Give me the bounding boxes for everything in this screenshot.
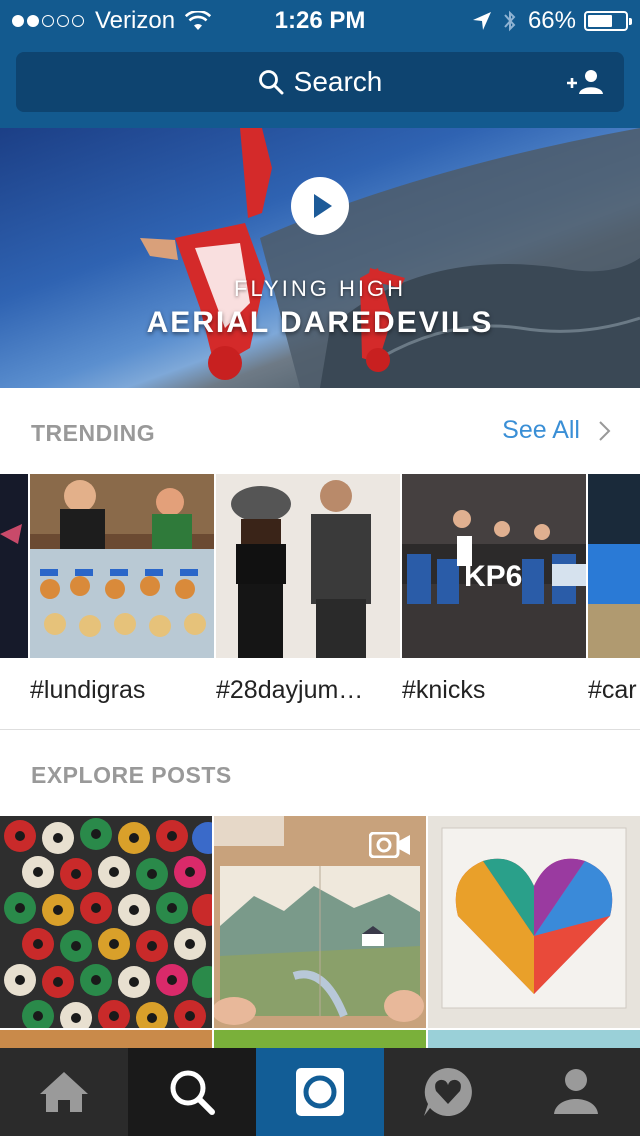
video-camera-icon [369, 832, 410, 858]
trending-thumb-partial-left[interactable] [0, 474, 28, 658]
see-all-label: See All [502, 416, 580, 444]
trending-tag[interactable]: #28dayjum… [216, 676, 363, 705]
tab-search[interactable] [128, 1048, 256, 1136]
tab-activity[interactable] [384, 1048, 512, 1136]
header: Verizon 1:26 PM 66% Search [0, 0, 640, 128]
bluetooth-icon [504, 10, 516, 32]
battery-percent: 66% [527, 7, 576, 34]
svg-text:KP6: KP6 [464, 560, 522, 593]
explore-post-quilt-heart[interactable] [428, 816, 640, 1028]
hero-subtitle: FLYING HIGH [234, 276, 406, 301]
hero-title: AERIAL DAREDEVILS [146, 306, 494, 339]
hero-image [140, 128, 640, 388]
search-icon [170, 1070, 215, 1115]
tab-camera[interactable] [256, 1048, 384, 1136]
status-bar: Verizon 1:26 PM 66% [0, 0, 640, 40]
chevron-right-icon [599, 420, 611, 441]
explore-heading: EXPLORE POSTS [31, 762, 232, 788]
explore-post-row2-a[interactable] [0, 1030, 212, 1048]
profile-icon [554, 1069, 598, 1114]
explore-post-crochet[interactable] [0, 816, 212, 1028]
featured-video-banner[interactable]: FLYING HIGH AERIAL DAREDEVILS [0, 128, 640, 388]
explore-post-row2-b[interactable] [214, 1030, 426, 1048]
trending-carousel[interactable]: KP6 [0, 474, 640, 658]
home-icon [40, 1072, 88, 1112]
trending-tag[interactable]: #car [588, 676, 637, 705]
search-label: Search [293, 66, 383, 97]
heart-bubble-icon [424, 1068, 472, 1116]
trending-heading: TRENDING [31, 420, 156, 446]
tab-home[interactable] [0, 1048, 128, 1136]
trending-thumb-28dayjump[interactable] [216, 474, 400, 658]
trending-tag[interactable]: #lundigras [30, 676, 145, 705]
tab-profile[interactable] [512, 1048, 640, 1136]
trending-tag[interactable]: #knicks [402, 676, 485, 705]
see-all-link[interactable]: See All [502, 416, 612, 445]
skydiver-left [140, 128, 272, 380]
section-divider [0, 729, 640, 730]
battery-fill [588, 15, 612, 27]
status-right: 66% [472, 7, 632, 35]
tab-bar [0, 1048, 640, 1136]
trending-tags: #lundigras #28dayjum… #knicks #car [0, 676, 640, 710]
add-user-icon[interactable] [566, 68, 604, 96]
search-center: Search [16, 52, 624, 112]
trending-thumb-lundigras[interactable] [30, 474, 214, 658]
location-arrow-icon [472, 12, 491, 30]
explore-post-row2-c[interactable] [428, 1030, 640, 1048]
camera-icon [296, 1068, 344, 1116]
search-bar[interactable]: Search [16, 52, 624, 112]
search-icon [258, 70, 284, 95]
trending-thumb-car[interactable] [588, 474, 640, 658]
explore-grid [0, 816, 640, 1048]
trending-thumb-knicks[interactable]: KP6 [402, 474, 586, 658]
play-icon[interactable] [291, 177, 349, 235]
battery-icon [584, 11, 632, 31]
